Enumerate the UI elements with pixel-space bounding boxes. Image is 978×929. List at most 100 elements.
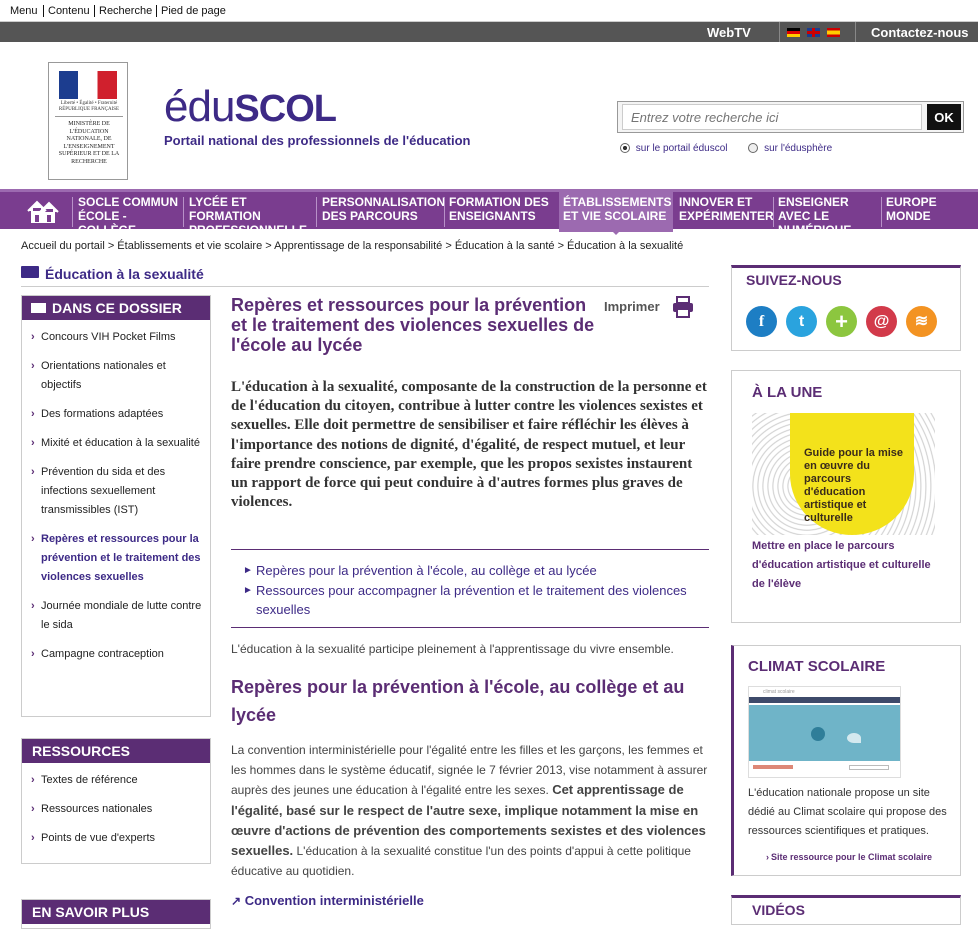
webtv-link[interactable]: WebTV bbox=[707, 25, 751, 40]
chevron-right-icon: ► bbox=[243, 565, 253, 576]
climat-text: L'éducation nationale propose un site dé… bbox=[748, 787, 947, 837]
une-panel: À LA UNE Guide pour la mise en œuvre du … bbox=[731, 370, 961, 623]
search-button[interactable]: OK bbox=[927, 104, 961, 130]
convention-link-text: Convention interministérielle bbox=[244, 893, 424, 908]
suivez-title: SUIVEZ-NOUS bbox=[746, 272, 842, 288]
breadcrumb[interactable]: Accueil du portail > Établissements et v… bbox=[21, 240, 683, 252]
home-icon[interactable] bbox=[26, 198, 60, 224]
ressource-item[interactable]: Ressources nationales bbox=[22, 800, 210, 819]
nav-etablissements[interactable]: ÉTABLISSEMENTS ET VIE SCOLAIRE bbox=[559, 192, 673, 232]
nav-personnalisation[interactable]: PERSONNALISATION DES PARCOURS bbox=[318, 195, 445, 232]
nav-lycee[interactable]: LYCÉE ET FORMATION PROFESSIONNELLE bbox=[185, 195, 315, 237]
radio-portail[interactable] bbox=[620, 143, 630, 154]
thumb-menu-bar bbox=[749, 697, 900, 703]
une-title: À LA UNE bbox=[752, 384, 823, 401]
flag-es-icon[interactable] bbox=[827, 28, 840, 37]
dossier-item[interactable]: Des formations adaptées bbox=[22, 405, 204, 424]
ministry-text: MINISTÈRE DE L'ÉDUCATION NATIONALE, DE L… bbox=[58, 121, 120, 165]
folder-icon bbox=[21, 266, 39, 278]
une-caption[interactable]: Mettre en place le parcours d'éducation … bbox=[752, 537, 942, 594]
dossier-panel: DANS CE DOSSIER Concours VIH Pocket Film… bbox=[21, 295, 211, 717]
marianne-icon bbox=[59, 71, 117, 99]
article-intro: L'éducation à la sexualité, composante d… bbox=[231, 379, 707, 511]
print-button[interactable]: Imprimer bbox=[604, 296, 696, 320]
main-nav: SOCLE COMMUN ÉCOLE - COLLÈGE LYCÉE ET FO… bbox=[0, 189, 978, 237]
search-box: OK bbox=[617, 101, 964, 133]
article-toc: ► Repères pour la prévention à l'école, a… bbox=[231, 561, 709, 619]
climat-title: CLIMAT SCOLAIRE bbox=[748, 658, 886, 675]
facebook-icon[interactable]: f bbox=[746, 306, 777, 337]
article-body: La convention interministérielle pour l'… bbox=[231, 740, 711, 881]
dossier-item[interactable]: Mixité et éducation à la sexualité bbox=[22, 434, 204, 453]
chevron-right-icon: ► bbox=[243, 585, 253, 596]
rss-icon[interactable]: ≋ bbox=[906, 306, 937, 337]
toc-link[interactable]: ► Repères pour la prévention à l'école, a… bbox=[231, 561, 709, 580]
body-text: L'éducation à la sexualité constitue l'u… bbox=[231, 844, 691, 879]
radio-edusphere[interactable] bbox=[748, 143, 759, 154]
dossier-header: DANS CE DOSSIER bbox=[22, 296, 210, 320]
search-input[interactable] bbox=[622, 104, 922, 130]
flag-de-icon[interactable] bbox=[787, 28, 800, 37]
article-title: Repères et ressources pour la prévention… bbox=[231, 295, 595, 355]
skip-link-menu[interactable]: Menu bbox=[10, 5, 38, 17]
climat-thumbnail[interactable]: climat scolaire bbox=[748, 686, 901, 778]
une-image-text: Guide pour la mise en œuvre du parcours … bbox=[804, 447, 904, 524]
toc-link-text: Ressources pour accompagner la préventio… bbox=[256, 583, 687, 617]
site-tagline: Portail national des professionnels de l… bbox=[164, 133, 471, 148]
logo-scol: SCOL bbox=[234, 88, 337, 130]
dossier-item-active[interactable]: Repères et ressources pour la prévention… bbox=[22, 530, 204, 587]
dossier-item[interactable]: Campagne contraception bbox=[22, 645, 204, 664]
ressources-header: RESSOURCES bbox=[22, 739, 210, 763]
nav-numerique[interactable]: ENSEIGNER AVEC LE NUMÉRIQUE bbox=[774, 195, 882, 237]
toc-link[interactable]: ► Ressources pour accompagner la préventi… bbox=[231, 581, 709, 619]
dossier-title: DANS CE DOSSIER bbox=[52, 300, 182, 316]
ressource-item[interactable]: Textes de référence bbox=[22, 771, 210, 790]
toc-link-text: Repères pour la prévention à l'école, au… bbox=[256, 563, 597, 578]
rf-text: Liberté • Égalité • Fraternité RÉPUBLIQU… bbox=[58, 101, 120, 112]
nav-active-pointer bbox=[610, 229, 622, 235]
nav-europe[interactable]: EUROPE MONDE bbox=[882, 195, 952, 232]
dossier-item[interactable]: Journée mondiale de lutte contre le sida bbox=[22, 597, 204, 635]
printer-icon bbox=[672, 296, 694, 321]
videos-panel: VIDÉOS bbox=[731, 895, 961, 925]
skip-link-recherche[interactable]: Recherche bbox=[94, 5, 152, 17]
nav-formation[interactable]: FORMATION DES ENSEIGNANTS bbox=[445, 195, 559, 232]
skip-link-contenu[interactable]: Contenu bbox=[43, 5, 90, 17]
thumb-hero bbox=[749, 705, 900, 761]
nav-socle[interactable]: SOCLE COMMUN ÉCOLE - COLLÈGE bbox=[74, 195, 182, 237]
ministry-logo[interactable]: Liberté • Égalité • Fraternité RÉPUBLIQU… bbox=[48, 62, 128, 180]
dossier-item[interactable]: Prévention du sida et des infections sex… bbox=[22, 463, 204, 520]
en-savoir-panel: EN SAVOIR PLUS bbox=[21, 899, 211, 929]
nav-innover[interactable]: INNOVER ET EXPÉRIMENTER bbox=[675, 195, 774, 232]
radio-edusphere-label[interactable]: sur l'édusphère bbox=[764, 143, 832, 154]
radio-portail-label[interactable]: sur le portail éduscol bbox=[636, 143, 728, 154]
climat-thumb-label: climat scolaire bbox=[763, 689, 795, 695]
contact-link[interactable]: Contactez-nous bbox=[871, 25, 969, 40]
utility-bar: WebTV Contactez-nous bbox=[0, 22, 978, 42]
logo-edu: édu bbox=[164, 82, 235, 131]
plus-icon[interactable]: + bbox=[826, 306, 857, 337]
twitter-icon[interactable]: t bbox=[786, 306, 817, 337]
ressource-item[interactable]: Points de vue d'experts bbox=[22, 829, 210, 848]
flag-uk-icon[interactable] bbox=[807, 28, 820, 37]
convention-link[interactable]: ↗ Convention interministérielle bbox=[231, 893, 424, 908]
section-title: Éducation à la sexualité bbox=[45, 266, 204, 282]
folder-white-icon bbox=[31, 303, 46, 313]
chevron-right-icon: › bbox=[766, 852, 769, 862]
article-lead: L'éducation à la sexualité participe ple… bbox=[231, 642, 674, 656]
suivez-panel: SUIVEZ-NOUS f t + @ ≋ bbox=[731, 265, 961, 351]
ressources-panel: RESSOURCES Textes de référence Ressource… bbox=[21, 738, 211, 864]
skip-link-pied[interactable]: Pied de page bbox=[156, 5, 226, 17]
climat-link-text: Site ressource pour le Climat scolaire bbox=[771, 852, 933, 862]
mail-icon[interactable]: @ bbox=[866, 306, 897, 337]
article-subheading: Repères pour la prévention à l'école, au… bbox=[231, 677, 685, 725]
une-image[interactable]: Guide pour la mise en œuvre du parcours … bbox=[752, 413, 935, 535]
videos-title: VIDÉOS bbox=[752, 902, 805, 918]
climat-link[interactable]: › Site ressource pour le Climat scolaire bbox=[766, 852, 932, 862]
dossier-item[interactable]: Concours VIH Pocket Films bbox=[22, 328, 204, 347]
en-savoir-header: EN SAVOIR PLUS bbox=[22, 900, 210, 924]
skip-links-bar: Menu Contenu Recherche Pied de page bbox=[0, 0, 978, 22]
dossier-item[interactable]: Orientations nationales et objectifs bbox=[22, 357, 204, 395]
site-logo[interactable]: éduSCOL bbox=[164, 82, 337, 132]
search-scope: sur le portail éduscol sur l'édusphère bbox=[620, 143, 832, 154]
